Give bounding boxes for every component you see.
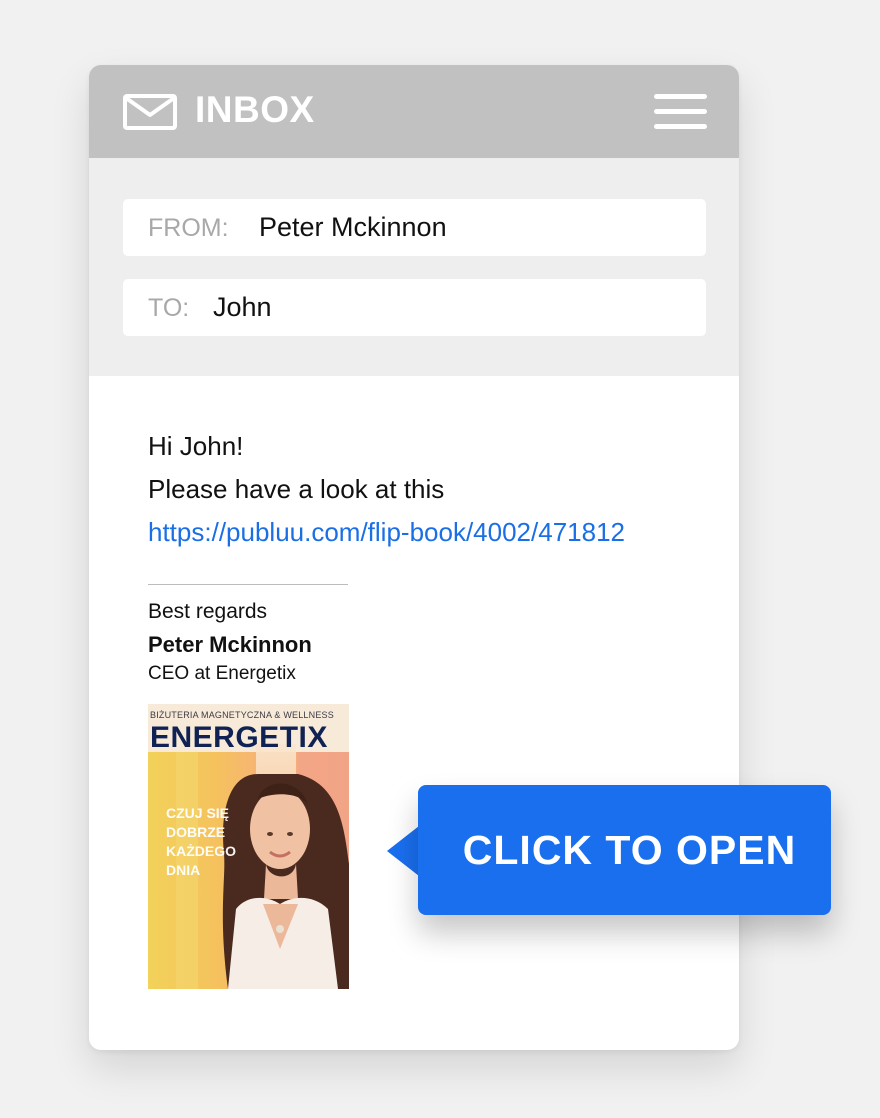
email-body: Hi John! Please have a look at this http… bbox=[148, 425, 625, 554]
message-text: Please have a look at this bbox=[148, 474, 445, 504]
from-label: FROM: bbox=[148, 214, 229, 242]
click-to-open-button[interactable]: CLICK TO OPEN bbox=[418, 785, 831, 915]
click-to-open-label: CLICK TO OPEN bbox=[462, 826, 797, 873]
signature-regards: Best regards bbox=[148, 600, 268, 623]
cover-tagline: CZUJ SIĘ DOBRZE KAŻDEGO DNIA bbox=[166, 804, 236, 880]
mail-icon bbox=[123, 94, 177, 130]
inbox-header: INBOX bbox=[89, 65, 739, 158]
cover-tagline-line-2: DOBRZE bbox=[166, 824, 226, 840]
email-meta: FROM: Peter Mckinnon TO: John bbox=[89, 158, 739, 376]
from-field: FROM: Peter Mckinnon bbox=[123, 199, 706, 256]
callout-pointer bbox=[387, 826, 419, 876]
cover-tagline-line-1: CZUJ SIĘ bbox=[166, 805, 230, 821]
inbox-title: INBOX bbox=[195, 89, 315, 130]
cover-kicker: BIŻUTERIA MAGNETYCZNA & WELLNESS bbox=[150, 710, 334, 720]
cover-tagline-line-3: KAŻDEGO bbox=[166, 843, 236, 859]
cover-tagline-line-4: DNIA bbox=[166, 862, 201, 878]
to-label: TO: bbox=[148, 294, 190, 322]
signature-divider bbox=[148, 584, 348, 585]
signature-title: CEO at Energetix bbox=[148, 663, 296, 684]
flipbook-link[interactable]: https://publuu.com/flip-book/4002/471812 bbox=[148, 511, 625, 554]
to-value: John bbox=[213, 292, 272, 322]
to-field: TO: John bbox=[123, 279, 706, 336]
greeting: Hi John! bbox=[148, 431, 244, 461]
signature-name: Peter Mckinnon bbox=[148, 632, 312, 657]
hamburger-menu-icon[interactable] bbox=[654, 94, 707, 129]
from-value: Peter Mckinnon bbox=[259, 212, 447, 242]
flipbook-cover-image[interactable]: BIŻUTERIA MAGNETYCZNA & WELLNESS ENERGET… bbox=[148, 704, 349, 989]
cover-brand: ENERGETIX bbox=[150, 721, 328, 754]
